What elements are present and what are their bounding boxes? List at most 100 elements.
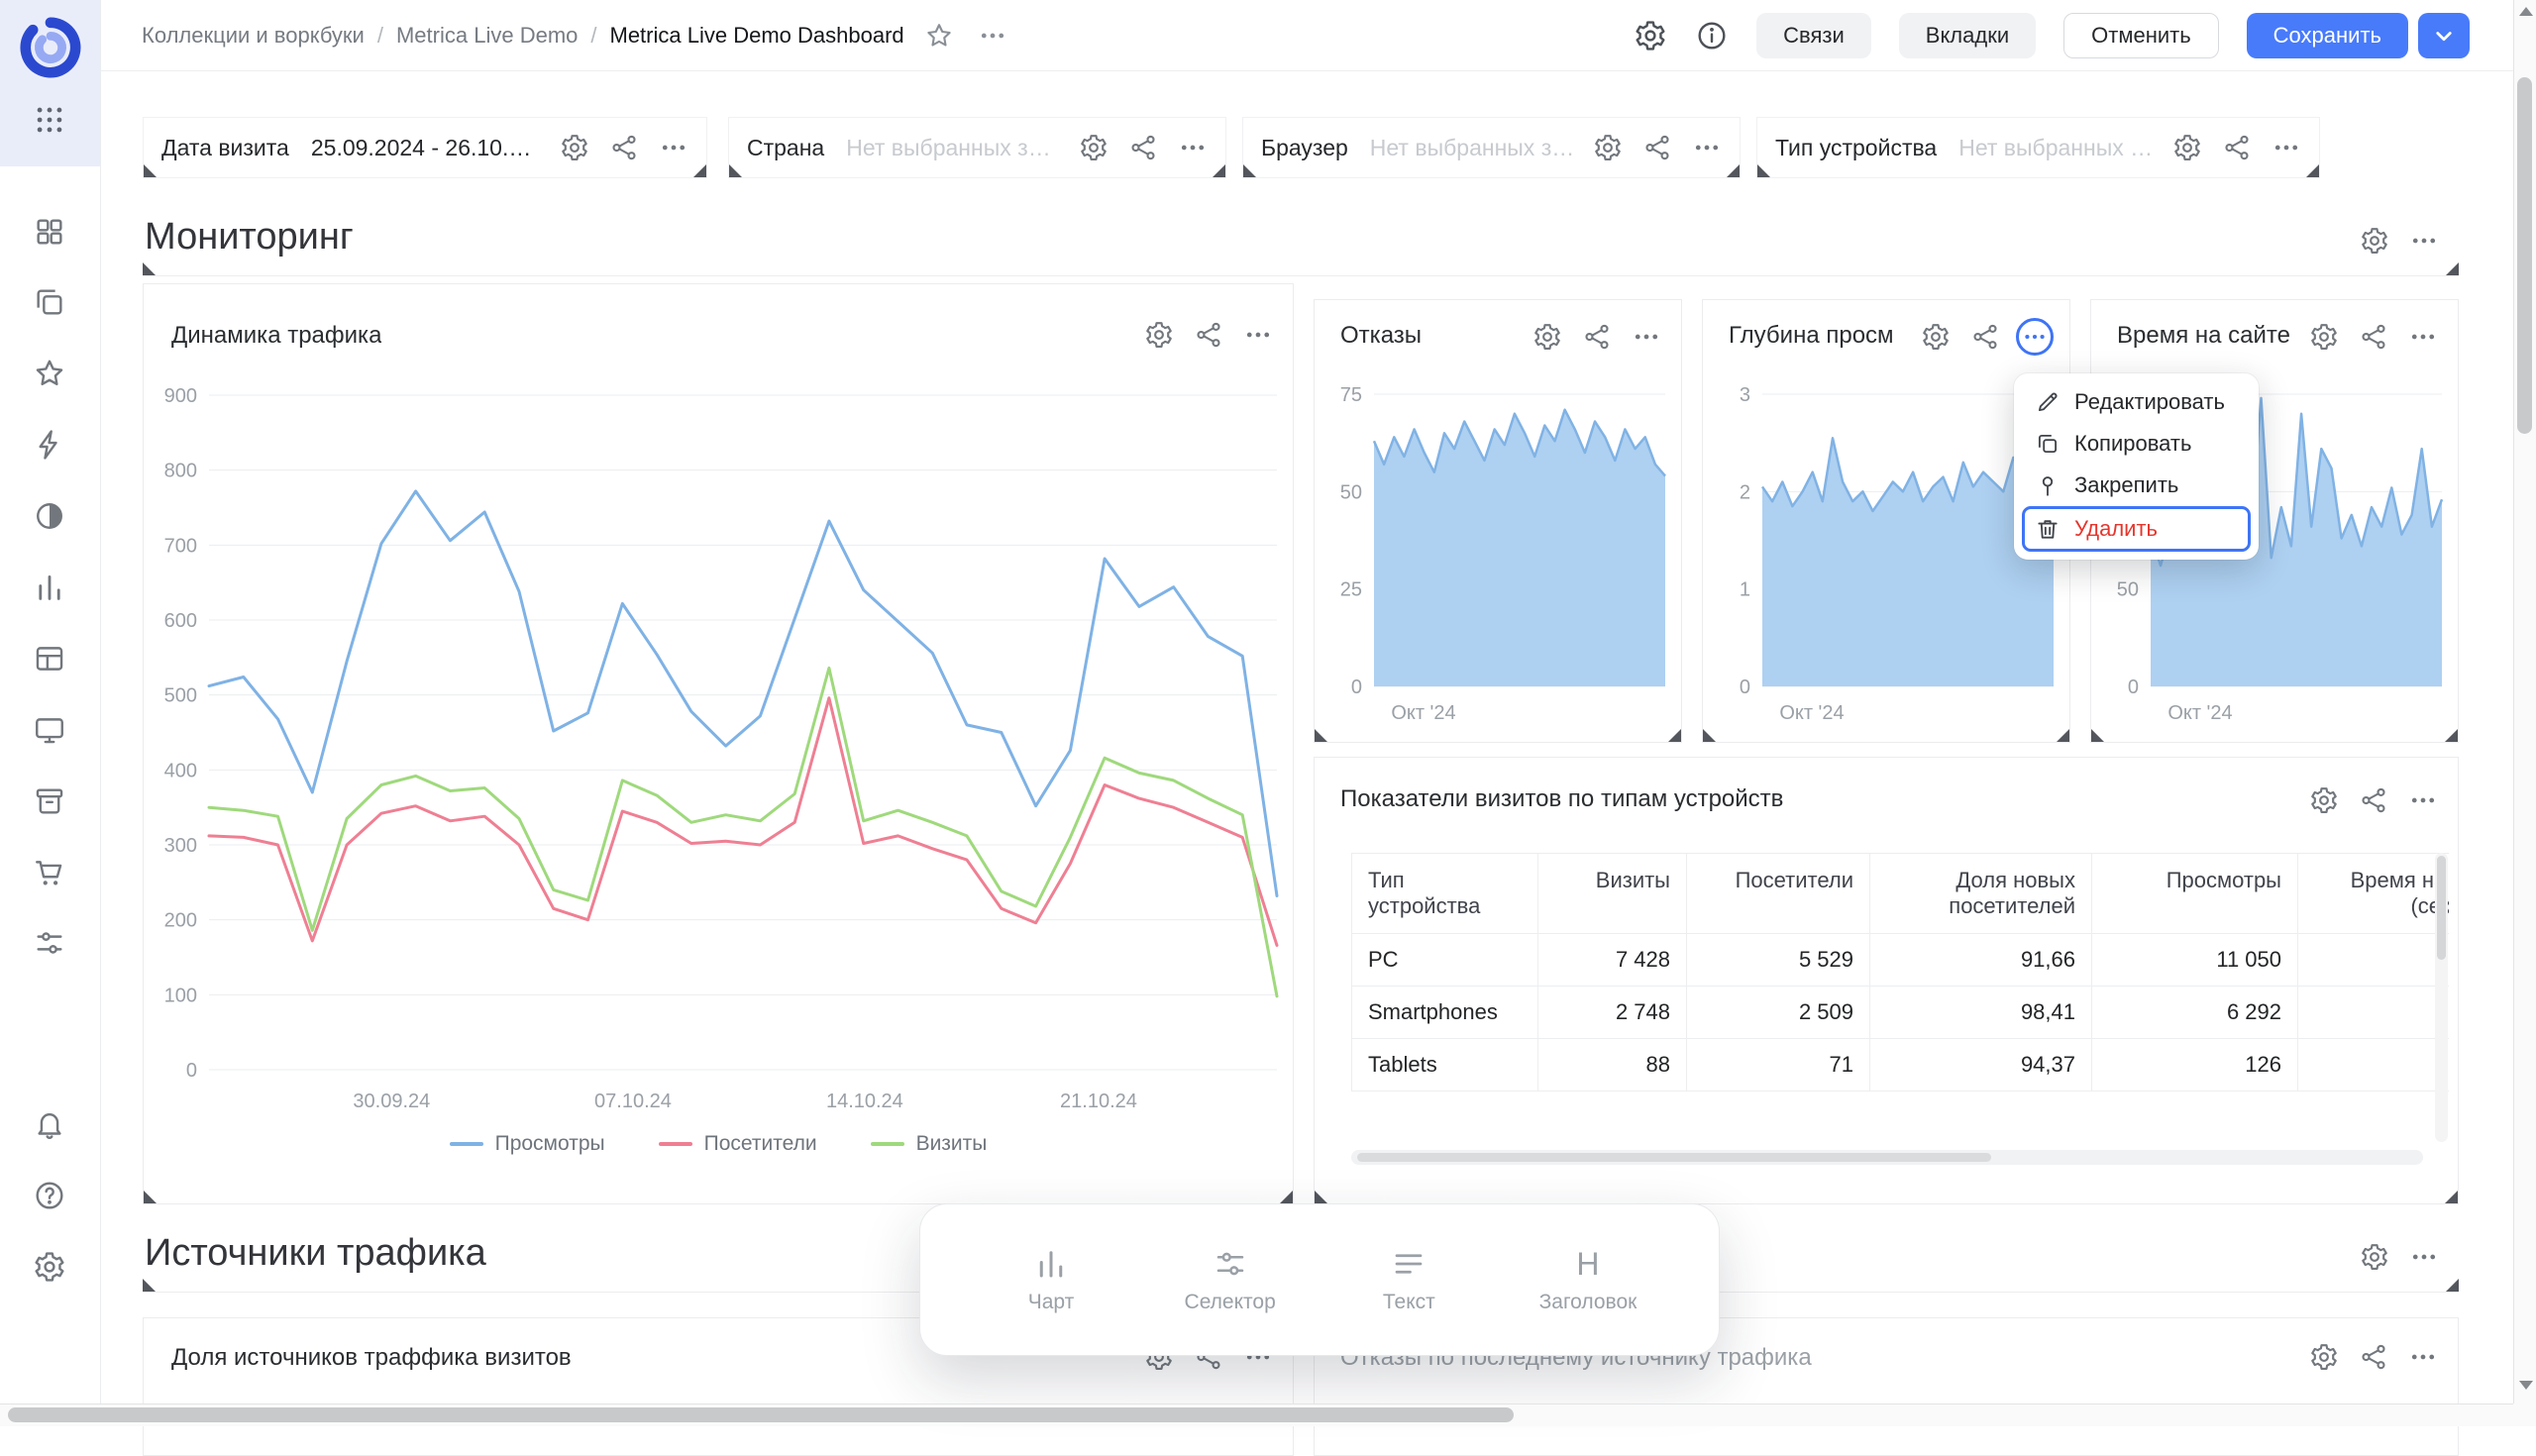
- sidebar-item-favorites[interactable]: [33, 357, 66, 390]
- more-icon[interactable]: [2408, 785, 2438, 815]
- info-button[interactable]: [1695, 19, 1729, 52]
- share-icon[interactable]: [1642, 133, 1672, 162]
- resize-handle[interactable]: [1703, 729, 1716, 742]
- save-dropdown-button[interactable]: [2418, 13, 2470, 58]
- scroll-down-arrow[interactable]: [2519, 1381, 2533, 1390]
- resize-handle[interactable]: [143, 1279, 156, 1292]
- table-vertical-scrollbar[interactable]: [2435, 853, 2448, 1142]
- page-horizontal-scrollbar[interactable]: [0, 1404, 2513, 1426]
- gear-icon[interactable]: [2309, 785, 2339, 815]
- share-icon[interactable]: [2359, 322, 2388, 352]
- gear-icon[interactable]: [2309, 1342, 2339, 1372]
- column-header[interactable]: Посетители: [1687, 854, 1870, 934]
- resize-handle[interactable]: [143, 262, 156, 275]
- resize-handle[interactable]: [144, 164, 157, 177]
- sidebar-item-collections[interactable]: [33, 285, 66, 319]
- sidebar-item-settings[interactable]: [33, 1250, 66, 1284]
- filter-country[interactable]: Страна Нет выбранных значений: [728, 117, 1226, 178]
- save-button[interactable]: Сохранить: [2247, 13, 2408, 58]
- menu-item-copy[interactable]: Копировать: [2022, 423, 2251, 465]
- table-horizontal-scrollbar[interactable]: [1351, 1150, 2423, 1165]
- resize-handle[interactable]: [1213, 164, 1225, 177]
- more-icon[interactable]: [2409, 1242, 2439, 1272]
- resize-handle[interactable]: [1315, 729, 1327, 742]
- sidebar-item-notifications[interactable]: [33, 1107, 66, 1141]
- legend-item[interactable]: Посетители: [659, 1132, 817, 1156]
- resize-handle[interactable]: [144, 1191, 157, 1203]
- breadcrumb-more-button[interactable]: [978, 21, 1007, 51]
- resize-handle[interactable]: [2306, 164, 2319, 177]
- filter-date-value[interactable]: 25.09.2024 - 26.10.2024: [311, 135, 544, 161]
- column-header[interactable]: Просмотры: [2092, 854, 2298, 934]
- filter-device-type[interactable]: Тип устройства Нет выбранных значений: [1756, 117, 2320, 178]
- more-icon[interactable]: [1178, 133, 1208, 162]
- legend-item[interactable]: Просмотры: [450, 1132, 605, 1156]
- gear-icon[interactable]: [1144, 320, 1174, 350]
- resize-handle[interactable]: [2446, 1279, 2459, 1292]
- add-heading-button[interactable]: HЗаголовок: [1519, 1246, 1657, 1314]
- links-button[interactable]: Связи: [1756, 13, 1871, 58]
- menu-item-pin[interactable]: Закрепить: [2022, 465, 2251, 506]
- resize-handle[interactable]: [729, 164, 742, 177]
- more-icon[interactable]: [1632, 322, 1661, 352]
- share-icon[interactable]: [609, 133, 639, 162]
- resize-handle[interactable]: [2057, 729, 2069, 742]
- more-icon[interactable]: [2408, 1342, 2438, 1372]
- sidebar-item-datasets[interactable]: [33, 642, 66, 676]
- scroll-up-arrow[interactable]: [2519, 7, 2533, 16]
- datalens-logo-icon[interactable]: [20, 17, 81, 78]
- scrollbar-thumb[interactable]: [2437, 856, 2446, 960]
- resize-handle[interactable]: [1668, 729, 1681, 742]
- column-header[interactable]: Время на сайте (секунды): [2298, 854, 2450, 934]
- share-icon[interactable]: [2359, 785, 2388, 815]
- sidebar-item-grid[interactable]: [33, 215, 66, 249]
- settings-gear-button[interactable]: [1634, 19, 1667, 52]
- sidebar-item-datalens[interactable]: [33, 499, 66, 533]
- resize-handle[interactable]: [693, 164, 706, 177]
- breadcrumb-collections[interactable]: Коллекции и воркбуки: [142, 23, 365, 49]
- gear-icon[interactable]: [1079, 133, 1109, 162]
- gear-icon[interactable]: [2360, 1242, 2389, 1272]
- resize-handle[interactable]: [2091, 729, 2104, 742]
- gear-icon[interactable]: [1593, 133, 1623, 162]
- sidebar-item-marketplace[interactable]: [33, 856, 66, 889]
- more-icon[interactable]: [2408, 322, 2438, 352]
- add-text-button[interactable]: Текст: [1339, 1246, 1478, 1314]
- share-icon[interactable]: [1582, 322, 1612, 352]
- more-button-active[interactable]: [2016, 318, 2054, 356]
- scrollbar-thumb[interactable]: [2517, 77, 2532, 434]
- scrollbar-thumb[interactable]: [8, 1407, 1514, 1422]
- more-icon[interactable]: [1243, 320, 1273, 350]
- resize-handle[interactable]: [1727, 164, 1740, 177]
- page-vertical-scrollbar[interactable]: [2513, 0, 2536, 1404]
- sidebar-item-storage[interactable]: [33, 784, 66, 818]
- gear-icon[interactable]: [2309, 322, 2339, 352]
- column-header[interactable]: Тип устройства: [1352, 854, 1538, 934]
- resize-handle[interactable]: [1757, 164, 1770, 177]
- column-header[interactable]: Визиты: [1538, 854, 1687, 934]
- share-icon[interactable]: [2222, 133, 2252, 162]
- cancel-button[interactable]: Отменить: [2063, 13, 2219, 58]
- sidebar-item-services[interactable]: [33, 926, 66, 960]
- gear-icon[interactable]: [1921, 322, 1951, 352]
- resize-handle[interactable]: [1243, 164, 1256, 177]
- sidebar-item-apps[interactable]: [33, 103, 66, 137]
- breadcrumb-workbook[interactable]: Metrica Live Demo: [396, 23, 578, 49]
- menu-item-edit[interactable]: Редактировать: [2022, 381, 2251, 423]
- tabs-button[interactable]: Вкладки: [1899, 13, 2036, 58]
- gear-icon[interactable]: [1532, 322, 1562, 352]
- more-icon[interactable]: [659, 133, 688, 162]
- share-icon[interactable]: [1194, 320, 1223, 350]
- scrollbar-thumb[interactable]: [1357, 1153, 1991, 1162]
- filter-browser[interactable]: Браузер Нет выбранных значений: [1242, 117, 1741, 178]
- sidebar-item-support[interactable]: [33, 1179, 66, 1212]
- resize-handle[interactable]: [2446, 262, 2459, 275]
- resize-handle[interactable]: [1315, 1191, 1327, 1203]
- gear-icon[interactable]: [2360, 226, 2389, 256]
- more-icon[interactable]: [2272, 133, 2301, 162]
- filter-country-value[interactable]: Нет выбранных значений: [846, 135, 1063, 161]
- add-selector-button[interactable]: Селектор: [1161, 1246, 1300, 1314]
- filter-device-value[interactable]: Нет выбранных значений: [1958, 135, 2157, 161]
- filter-browser-value[interactable]: Нет выбранных значений: [1370, 135, 1577, 161]
- column-header[interactable]: Доля новых посетителей: [1870, 854, 2092, 934]
